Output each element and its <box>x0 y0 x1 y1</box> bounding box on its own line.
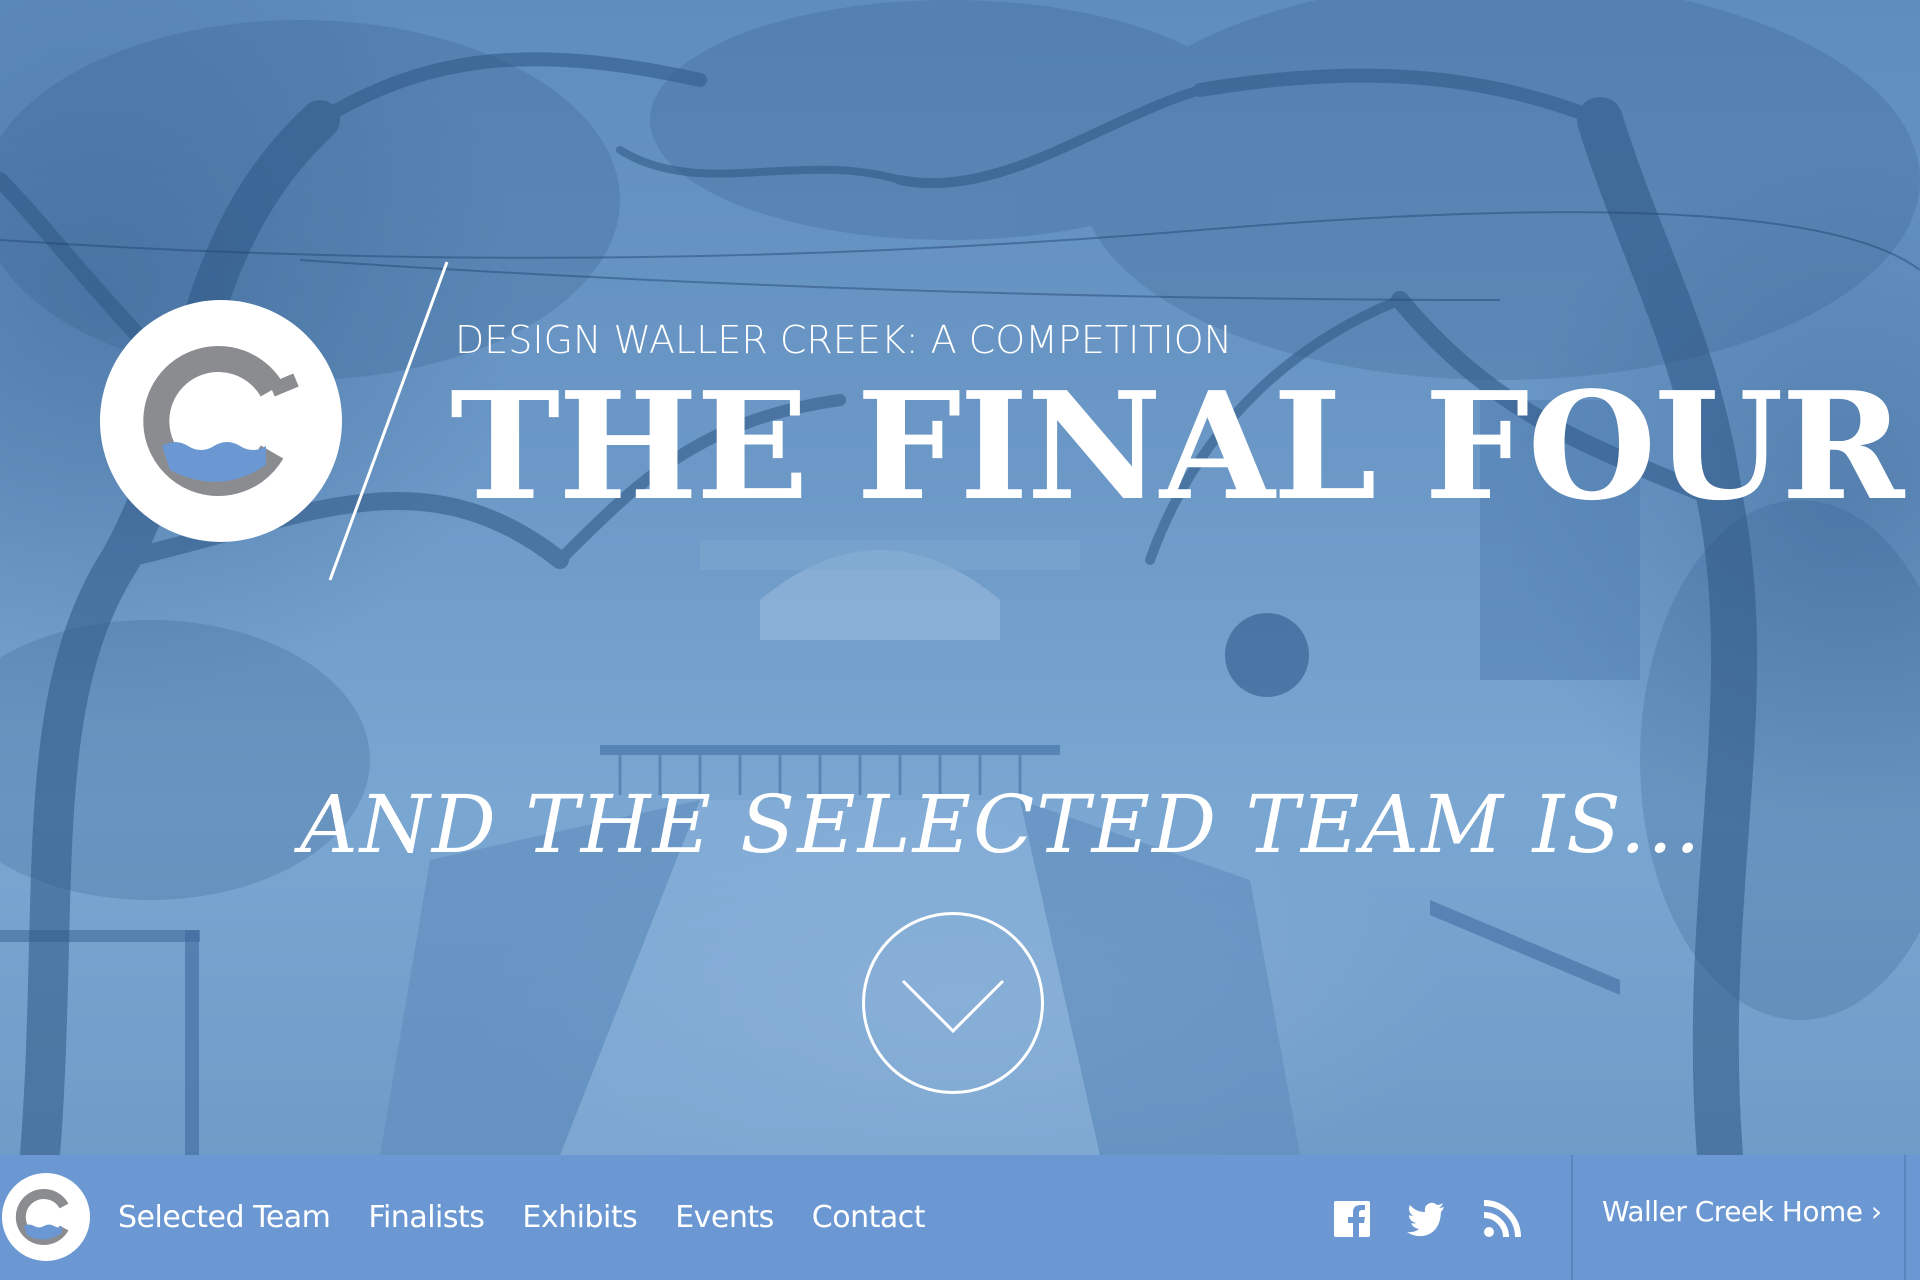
chevron-down-icon <box>901 979 1005 1034</box>
twitter-icon[interactable] <box>1406 1199 1446 1239</box>
nav-logo[interactable] <box>2 1173 90 1261</box>
waller-creek-home-link[interactable]: Waller Creek Home › <box>1602 1195 1882 1228</box>
competition-kicker: DESIGN WALLER CREEK: A COMPETITION <box>455 318 1233 362</box>
nav-exhibits[interactable]: Exhibits <box>522 1200 637 1235</box>
rss-icon[interactable] <box>1482 1199 1522 1239</box>
nav-links: Selected Team Finalists Exhibits Events … <box>118 1155 963 1280</box>
facebook-icon[interactable] <box>1332 1199 1372 1239</box>
nav-divider <box>1904 1155 1906 1280</box>
hero-tagline: AND THE SELECTED TEAM IS... <box>300 778 1703 871</box>
hero-section: DESIGN WALLER CREEK: A COMPETITION THE F… <box>0 0 1920 1155</box>
page-title: THE FINAL FOUR <box>450 359 1904 533</box>
nav-contact[interactable]: Contact <box>812 1200 926 1235</box>
nav-divider <box>1571 1155 1573 1280</box>
nav-finalists[interactable]: Finalists <box>368 1200 485 1235</box>
nav-events[interactable]: Events <box>675 1200 774 1235</box>
scroll-down-button[interactable] <box>862 912 1044 1094</box>
nav-selected-team[interactable]: Selected Team <box>118 1200 331 1235</box>
bottom-navbar: Selected Team Finalists Exhibits Events … <box>0 1155 1920 1280</box>
logo-c-icon <box>15 1189 69 1245</box>
